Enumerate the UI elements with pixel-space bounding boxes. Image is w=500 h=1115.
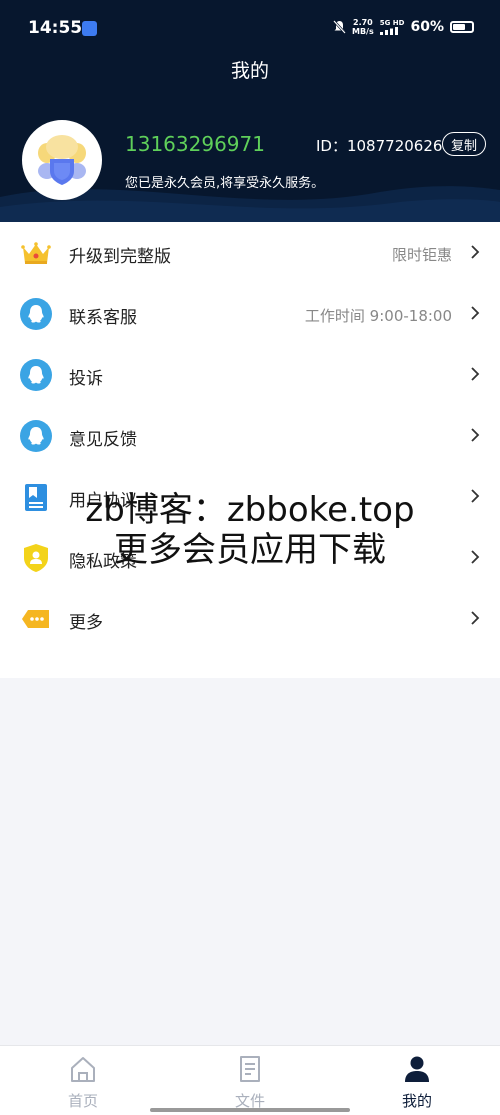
tag-icon — [22, 610, 49, 628]
app-notification-icon — [82, 21, 97, 36]
avatar[interactable] — [22, 120, 102, 200]
qq-icon — [20, 420, 52, 452]
home-indicator[interactable] — [150, 1108, 350, 1112]
mute-icon — [333, 20, 346, 34]
tab-mine[interactable]: 我的 — [334, 1046, 500, 1115]
chevron-right-icon — [471, 245, 480, 259]
tab-label: 首页 — [67, 1092, 98, 1110]
document-icon — [25, 484, 47, 511]
signal-icon — [379, 27, 398, 35]
menu-item-upgrade[interactable]: 升级到完整版 限时钜惠 — [0, 222, 500, 283]
menu-item-customer-service[interactable]: 联系客服 工作时间 9:00-18:00 — [0, 283, 500, 344]
page-title: 我的 — [230, 60, 269, 82]
user-phone: 13163296971 — [125, 132, 265, 156]
tab-files[interactable]: 文件 — [167, 1046, 333, 1115]
network-type: 5G HD — [379, 19, 405, 27]
status-indicators: 2.70 MB/s 5G HD 60% — [333, 18, 474, 36]
settings-menu: 升级到完整版 限时钜惠 联系客服 工作时间 9:00-18:00 投诉 意见反馈 — [0, 222, 500, 678]
status-bar: 14:55 2.70 MB/s 5G HD 60% — [0, 0, 500, 60]
chevron-right-icon — [471, 611, 480, 625]
home-icon — [71, 1057, 95, 1082]
menu-item-user-agreement[interactable]: 用户协议 — [0, 466, 500, 527]
network-speed: 2.70 MB/s — [352, 18, 374, 36]
menu-label: 意见反馈 — [69, 430, 137, 450]
membership-status: 您已是永久会员,将享受永久服务。 — [125, 176, 325, 191]
qq-icon — [20, 359, 52, 391]
speed-unit: MB/s — [352, 27, 374, 36]
menu-item-more[interactable]: 更多 — [0, 588, 500, 649]
user-icon — [405, 1056, 429, 1082]
menu-label: 隐私政策 — [69, 552, 137, 572]
qq-icon — [20, 298, 52, 330]
tab-label: 我的 — [401, 1092, 432, 1110]
crown-icon — [21, 242, 51, 264]
speed-value: 2.70 — [353, 18, 373, 27]
status-time: 14:55 — [28, 18, 83, 38]
user-id: ID：1087720626 — [316, 137, 443, 155]
chevron-right-icon — [471, 489, 480, 503]
menu-working-hours: 工作时间 9:00-18:00 — [304, 307, 452, 325]
copy-id-button[interactable]: 复制 — [442, 132, 486, 156]
menu-label: 更多 — [69, 613, 103, 633]
menu-item-feedback[interactable]: 意见反馈 — [0, 405, 500, 466]
avatar-image — [25, 123, 99, 197]
shield-icon — [24, 544, 48, 572]
chevron-right-icon — [471, 306, 480, 320]
file-icon — [240, 1056, 260, 1082]
menu-item-privacy-policy[interactable]: 隐私政策 — [0, 527, 500, 588]
menu-label: 联系客服 — [69, 308, 137, 328]
tab-home[interactable]: 首页 — [0, 1046, 166, 1115]
chevron-right-icon — [471, 367, 480, 381]
menu-label: 用户协议 — [69, 491, 137, 511]
battery-percent: 60% — [410, 19, 444, 35]
battery-icon — [450, 21, 474, 33]
menu-item-complaint[interactable]: 投诉 — [0, 344, 500, 405]
signal-block: 5G HD — [379, 19, 405, 35]
menu-promo-text: 限时钜惠 — [391, 246, 452, 264]
bottom-tab-bar: 首页 文件 我的 — [0, 1045, 500, 1115]
chevron-right-icon — [471, 428, 480, 442]
profile-header: 14:55 2.70 MB/s 5G HD 60% 我的 13163296971… — [0, 0, 500, 222]
chevron-right-icon — [471, 550, 480, 564]
menu-label: 升级到完整版 — [69, 247, 171, 267]
menu-label: 投诉 — [69, 369, 103, 389]
